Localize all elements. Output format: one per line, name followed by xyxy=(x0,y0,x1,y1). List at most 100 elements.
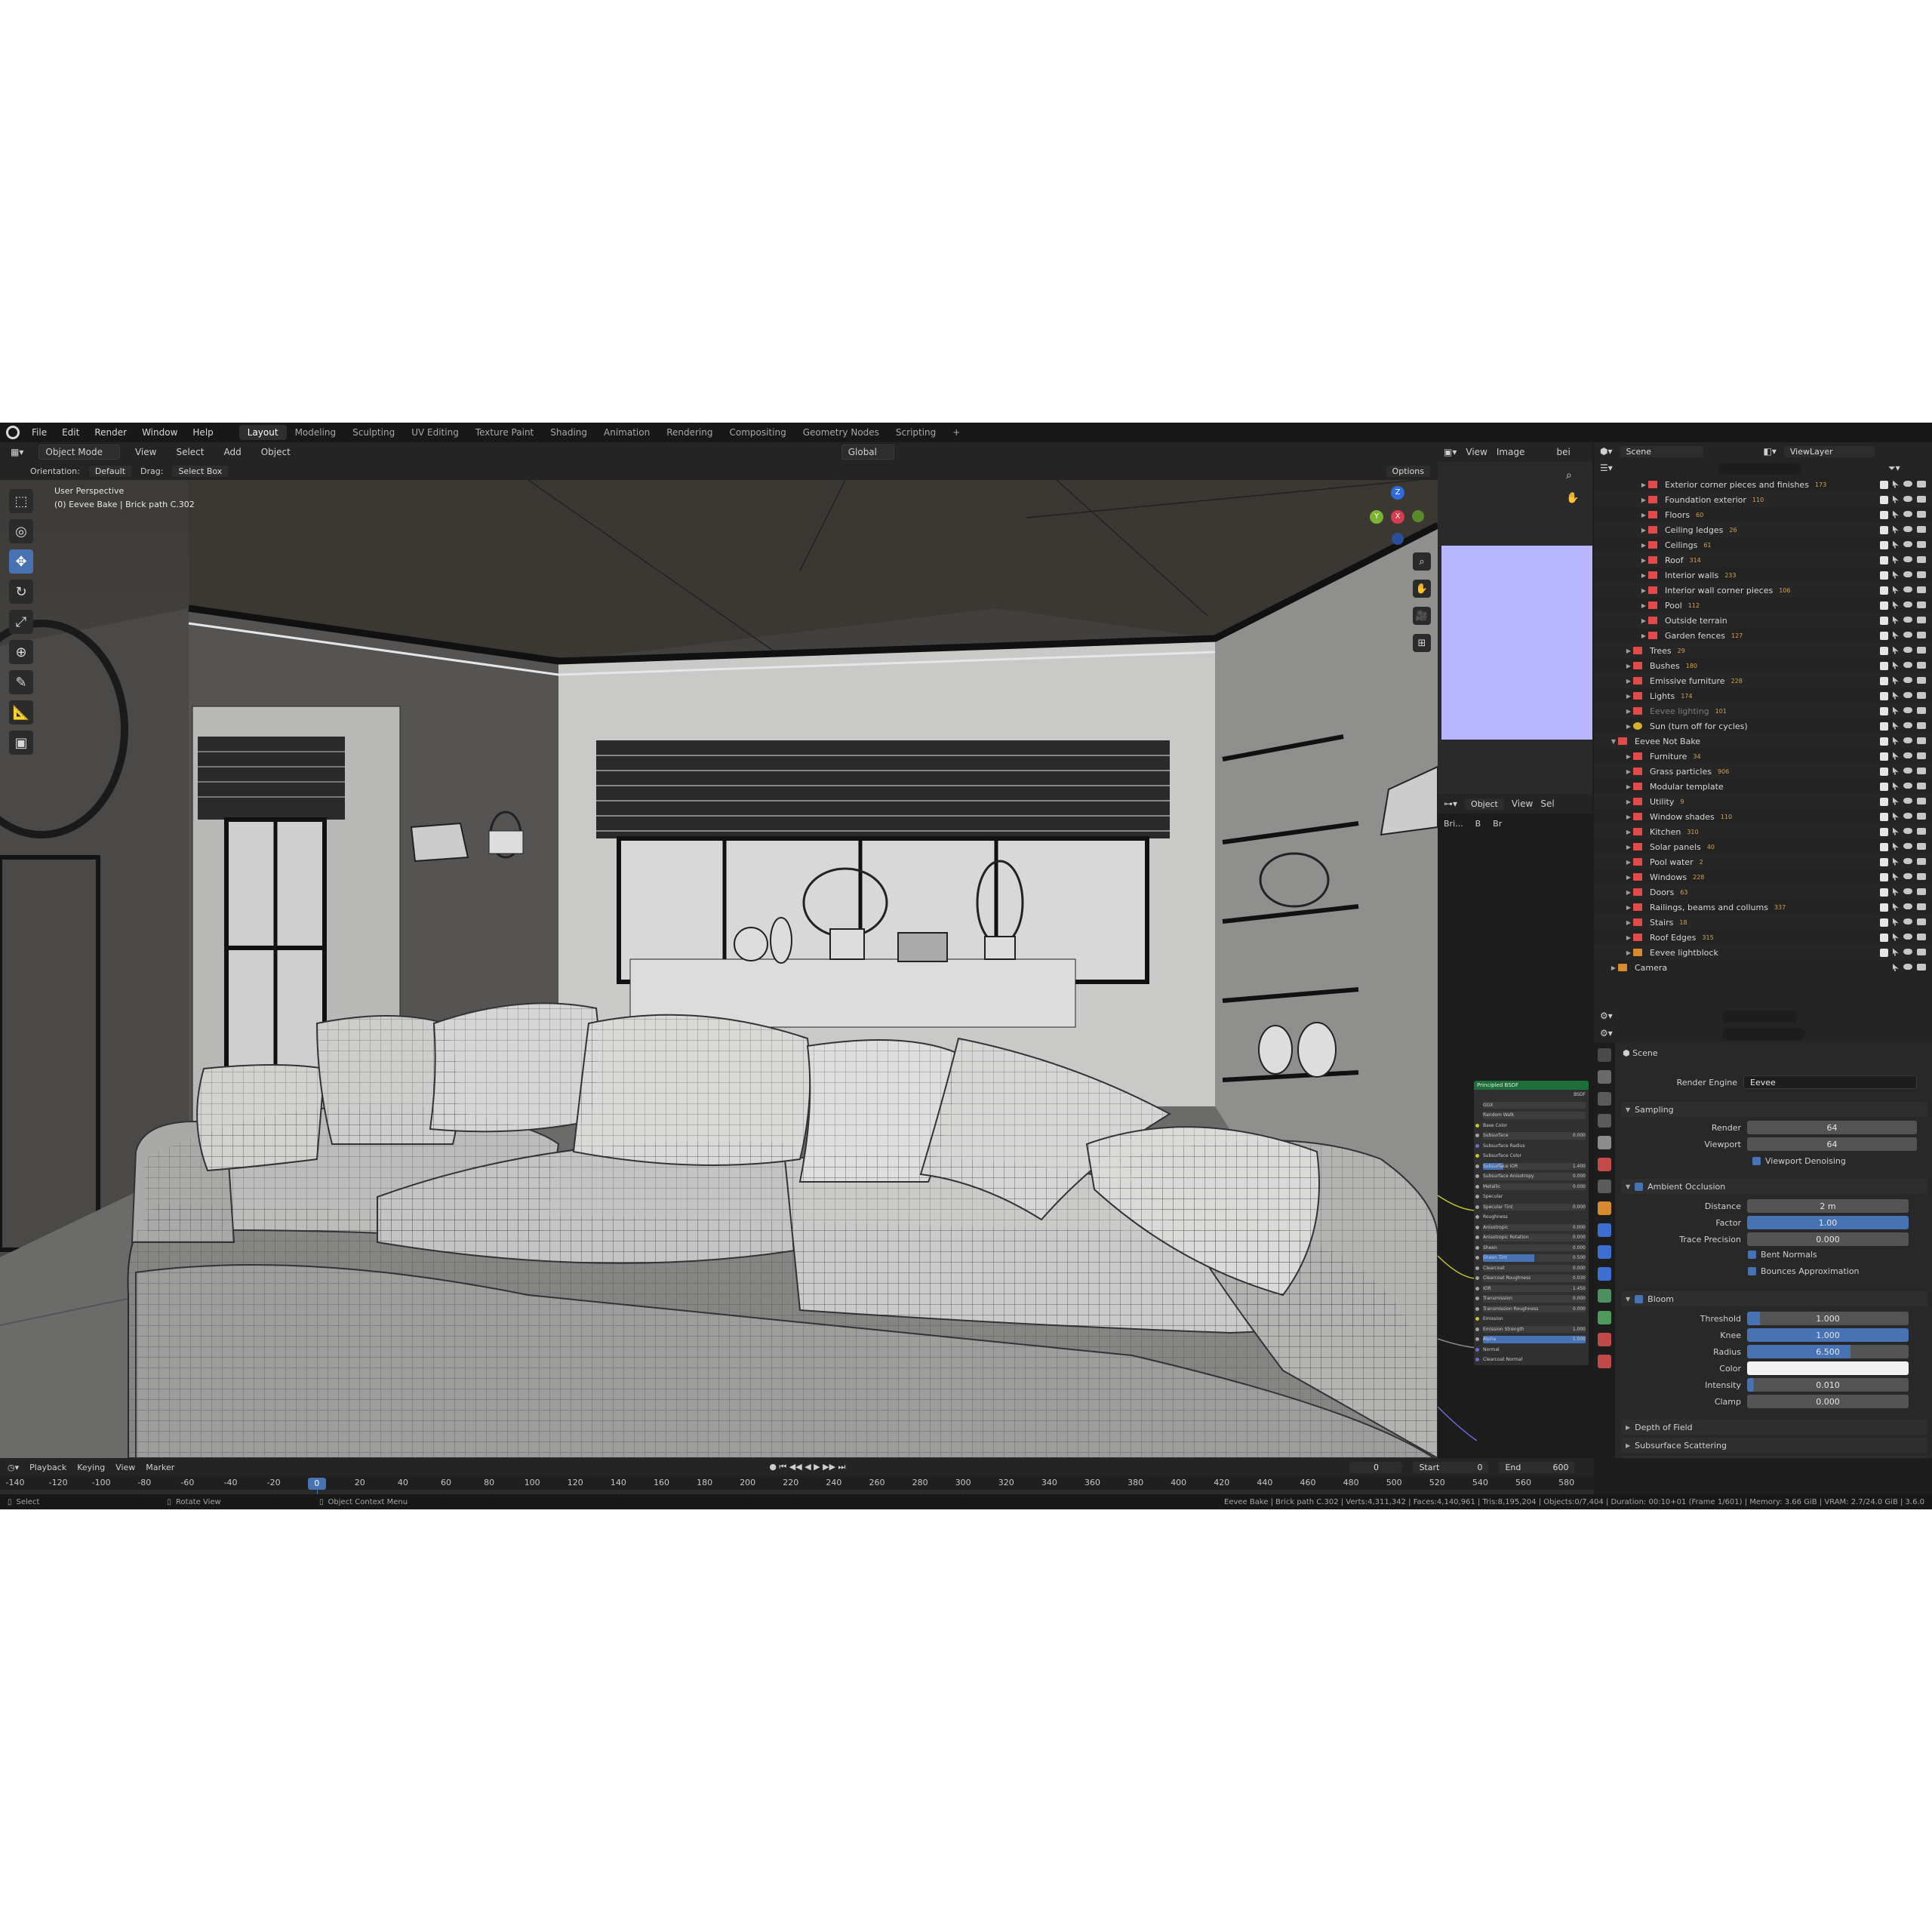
render-camera-icon[interactable] xyxy=(1917,948,1926,955)
bsdf-input-row[interactable]: Anisotropic 0.000 xyxy=(1474,1223,1589,1233)
gizmo-y-axis[interactable]: Y xyxy=(1370,510,1383,524)
gizmo-neg-y-axis[interactable] xyxy=(1412,510,1424,522)
selectable-cursor-icon[interactable] xyxy=(1893,752,1899,760)
select-box-tool-icon[interactable]: ⬚ xyxy=(9,489,33,513)
image-editor-area[interactable]: ⌕ ✋ xyxy=(1438,462,1592,794)
scene-tab-icon[interactable] xyxy=(1598,1136,1611,1149)
render-camera-icon[interactable] xyxy=(1917,616,1926,623)
exclude-checkbox-icon[interactable] xyxy=(1880,586,1888,595)
editor-type-icon[interactable]: ▦▾ xyxy=(6,445,28,459)
visibility-eye-icon[interactable] xyxy=(1903,601,1912,608)
selectable-cursor-icon[interactable] xyxy=(1893,948,1899,956)
exclude-checkbox-icon[interactable] xyxy=(1880,797,1888,806)
selectable-cursor-icon[interactable] xyxy=(1893,540,1899,549)
workspace-tab-texture-paint[interactable]: Texture Paint xyxy=(467,425,542,440)
render-engine-dropdown[interactable]: Eevee xyxy=(1743,1075,1917,1089)
outliner-item[interactable]: ▶ Window shades 110 xyxy=(1594,809,1932,824)
selectable-cursor-icon[interactable] xyxy=(1893,842,1899,851)
selectable-cursor-icon[interactable] xyxy=(1893,812,1899,820)
render-camera-icon[interactable] xyxy=(1917,767,1926,774)
bsdf-input-row[interactable]: Sheen Tint 0.500 xyxy=(1474,1253,1589,1263)
particles-tab-icon[interactable] xyxy=(1598,1245,1611,1259)
exclude-checkbox-icon[interactable] xyxy=(1880,842,1888,851)
bsdf-input-row[interactable]: Roughness xyxy=(1474,1212,1589,1223)
selectable-cursor-icon[interactable] xyxy=(1893,767,1899,775)
annotate-tool-icon[interactable]: ✎ xyxy=(9,670,33,694)
properties-editor-icon[interactable]: ⚙▾ xyxy=(1600,1011,1613,1021)
render-camera-icon[interactable] xyxy=(1917,721,1926,729)
breadcrumb-object[interactable]: Bri... xyxy=(1444,819,1463,829)
image-zoom-icon[interactable]: ⌕ xyxy=(1566,469,1583,486)
data-tab-icon[interactable] xyxy=(1598,1311,1611,1324)
bsdf-input-row[interactable]: Metallic 0.000 xyxy=(1474,1182,1589,1192)
sampling-section[interactable]: ▼ Sampling xyxy=(1621,1102,1927,1117)
bsdf-socket-icon[interactable] xyxy=(1475,1358,1479,1361)
menu-window[interactable]: Window xyxy=(134,427,185,438)
timeline-editor-icon[interactable]: ◷▾ xyxy=(8,1463,19,1472)
add-cube-tool-icon[interactable]: ▣ xyxy=(9,731,33,755)
expand-arrow-icon[interactable]: ▶ xyxy=(1624,844,1633,851)
outliner-item[interactable]: ▶ Grass particles 906 xyxy=(1594,764,1932,779)
render-camera-icon[interactable] xyxy=(1917,586,1926,593)
measure-tool-icon[interactable]: 📐 xyxy=(9,700,33,724)
bsdf-input-row[interactable]: Specular xyxy=(1474,1192,1589,1202)
timeline-menu-keying[interactable]: Keying xyxy=(77,1463,105,1472)
world-tab-icon[interactable] xyxy=(1598,1158,1611,1171)
bsdf-input-row[interactable]: Transmission 0.000 xyxy=(1474,1294,1589,1304)
render-camera-icon[interactable] xyxy=(1917,737,1926,744)
visibility-eye-icon[interactable] xyxy=(1903,782,1912,789)
timeline-ruler[interactable]: -140 -120 -100 -80 -60 -40 -20 20 40 60 80 100 120 14… xyxy=(0,1476,1594,1490)
expand-arrow-icon[interactable]: ▶ xyxy=(1639,512,1648,518)
bsdf-socket-icon[interactable] xyxy=(1475,1195,1479,1198)
menu-edit[interactable]: Edit xyxy=(54,427,87,438)
expand-arrow-icon[interactable]: ▶ xyxy=(1624,949,1633,956)
workspace-tab-shading[interactable]: Shading xyxy=(542,425,595,440)
image-menu-image[interactable]: Image xyxy=(1497,447,1525,457)
image-pan-icon[interactable]: ✋ xyxy=(1566,492,1583,509)
node-editor-type-icon[interactable]: ⊶▾ xyxy=(1444,798,1457,809)
exclude-checkbox-icon[interactable] xyxy=(1880,721,1888,731)
end-frame-field[interactable]: End 600 xyxy=(1499,1461,1575,1473)
selectable-cursor-icon[interactable] xyxy=(1893,706,1899,715)
workspace-tab-uv-editing[interactable]: UV Editing xyxy=(403,425,467,440)
bsdf-subsurface-method-dropdown[interactable]: Random Walk xyxy=(1483,1112,1514,1118)
timeline-menu-playback[interactable]: Playback xyxy=(29,1463,66,1472)
selectable-cursor-icon[interactable] xyxy=(1893,601,1899,609)
outliner-filter-icon[interactable]: ⏷▾ xyxy=(1888,463,1900,474)
outliner-item[interactable]: ▶ Lights 174 xyxy=(1594,688,1932,703)
bsdf-socket-icon[interactable] xyxy=(1475,1297,1479,1300)
perspective-toggle-icon[interactable]: ⊞ xyxy=(1413,634,1431,652)
viewport-menu-object[interactable]: Object xyxy=(257,445,295,459)
exclude-checkbox-icon[interactable] xyxy=(1880,601,1888,610)
expand-arrow-icon[interactable]: ▶ xyxy=(1624,693,1633,700)
visibility-eye-icon[interactable] xyxy=(1903,510,1912,517)
bsdf-socket-icon[interactable] xyxy=(1475,1123,1479,1128)
exclude-checkbox-icon[interactable] xyxy=(1880,661,1888,670)
visibility-eye-icon[interactable] xyxy=(1903,903,1912,909)
selectable-cursor-icon[interactable] xyxy=(1893,888,1899,896)
bsdf-socket-icon[interactable] xyxy=(1475,1337,1479,1341)
render-camera-icon[interactable] xyxy=(1917,646,1926,654)
selectable-cursor-icon[interactable] xyxy=(1893,737,1899,745)
bsdf-socket-icon[interactable] xyxy=(1475,1204,1479,1209)
workspace-tab-animation[interactable]: Animation xyxy=(595,425,658,440)
bsdf-input-row[interactable]: Clearcoat Roughness 0.030 xyxy=(1474,1273,1589,1284)
exclude-checkbox-icon[interactable] xyxy=(1880,706,1888,715)
bsdf-socket-icon[interactable] xyxy=(1475,1134,1479,1137)
render-tab-icon[interactable] xyxy=(1598,1070,1611,1084)
outliner-item[interactable]: ▼ Eevee Not Bake xyxy=(1594,734,1932,749)
workspace-tab-geometry-nodes[interactable]: Geometry Nodes xyxy=(795,425,888,440)
expand-arrow-icon[interactable]: ▶ xyxy=(1624,648,1633,654)
expand-arrow-icon[interactable]: ▶ xyxy=(1609,964,1618,971)
visibility-eye-icon[interactable] xyxy=(1903,888,1912,894)
selectable-cursor-icon[interactable] xyxy=(1893,631,1899,639)
breadcrumb-material[interactable]: Br xyxy=(1493,819,1502,829)
image-editor-type-icon[interactable]: ▣▾ xyxy=(1444,447,1457,457)
exclude-checkbox-icon[interactable] xyxy=(1880,676,1888,685)
render-camera-icon[interactable] xyxy=(1917,525,1926,533)
visibility-eye-icon[interactable] xyxy=(1903,555,1912,562)
orientation-dropdown[interactable]: Default xyxy=(88,465,132,477)
node-editor-area[interactable]: Principled BSDF BSDF GGX Random Walk Bas… xyxy=(1438,833,1592,1458)
exclude-checkbox-icon[interactable] xyxy=(1880,631,1888,640)
outliner-item[interactable]: ▶ Pool water 2 xyxy=(1594,854,1932,869)
